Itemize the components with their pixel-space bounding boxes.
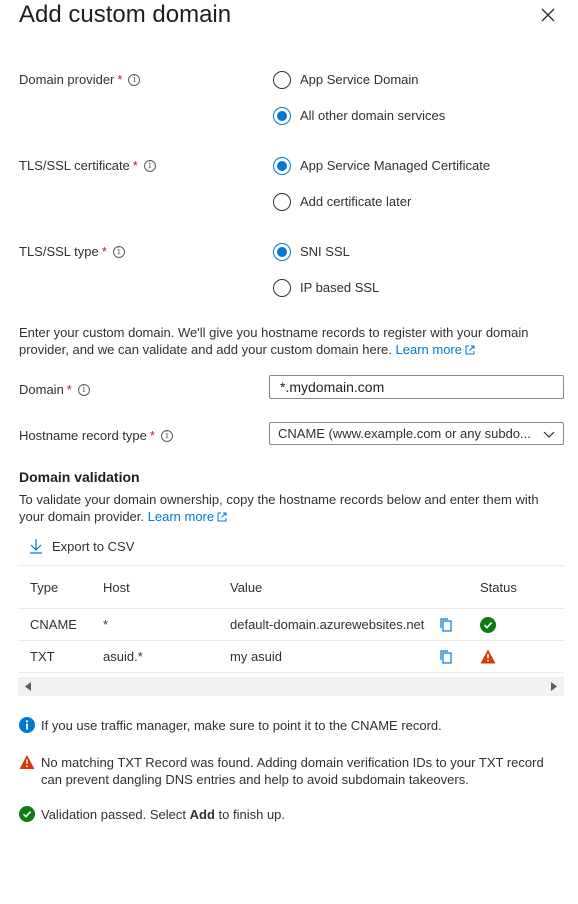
- cell-value: my asuid: [230, 649, 283, 664]
- info-icon[interactable]: i: [77, 384, 90, 396]
- tls-type-label-text: TLS/SSL type: [19, 244, 99, 259]
- success-icon: [19, 806, 35, 822]
- validation-text: To validate your domain ownership, copy …: [19, 492, 539, 524]
- required-marker: *: [101, 244, 107, 259]
- learn-more-link[interactable]: Learn more: [148, 509, 227, 524]
- info-message-text: If you use traffic manager, make sure to…: [41, 718, 442, 733]
- external-link-icon: [465, 345, 475, 355]
- radio-label: App Service Domain: [300, 72, 419, 87]
- info-circle-icon: [19, 717, 35, 733]
- info-message: If you use traffic manager, make sure to…: [19, 717, 564, 734]
- copy-icon[interactable]: [439, 609, 453, 640]
- warning-message: No matching TXT Record was found. Adding…: [19, 754, 567, 788]
- learn-more-link-text[interactable]: Learn more: [396, 342, 462, 357]
- success-icon: [480, 609, 496, 640]
- warning-icon: [480, 641, 496, 672]
- required-marker: *: [117, 72, 123, 87]
- records-table: Type Host Value Status CNAME * default-d…: [18, 565, 564, 673]
- learn-more-link[interactable]: Learn more: [396, 342, 475, 357]
- radio-app-service-domain[interactable]: App Service Domain: [273, 71, 419, 89]
- domain-label: Domain * i: [19, 381, 90, 399]
- warning-message-text: No matching TXT Record was found. Adding…: [41, 755, 544, 787]
- scroll-left-icon[interactable]: [25, 682, 31, 691]
- radio-managed-certificate[interactable]: App Service Managed Certificate: [273, 157, 490, 175]
- required-marker: *: [132, 158, 138, 173]
- hostname-record-type-label-text: Hostname record type: [19, 428, 147, 443]
- radio-circle[interactable]: [273, 193, 291, 211]
- cell-value: default-domain.azurewebsites.net: [230, 617, 425, 632]
- radio-all-other-domain-services[interactable]: All other domain services: [273, 107, 445, 125]
- info-icon[interactable]: i: [143, 160, 156, 172]
- hostname-record-type-label: Hostname record type * i: [19, 427, 173, 445]
- table-row: CNAME * default-domain.azurewebsites.net: [18, 609, 564, 641]
- table-header-row: Type Host Value Status: [18, 565, 564, 609]
- domain-input[interactable]: *.mydomain.com: [269, 375, 564, 399]
- domain-validation-heading: Domain validation: [19, 469, 140, 485]
- required-marker: *: [149, 428, 155, 443]
- horizontal-scrollbar[interactable]: [18, 677, 564, 696]
- chevron-down-icon: [543, 431, 555, 438]
- success-suffix: to finish up.: [214, 807, 286, 822]
- info-icon[interactable]: i: [160, 430, 173, 442]
- radio-label: Add certificate later: [300, 194, 412, 209]
- column-header-type[interactable]: Type: [30, 566, 58, 608]
- download-icon: [30, 539, 42, 554]
- column-header-value[interactable]: Value: [230, 566, 262, 608]
- cell-type: TXT: [30, 649, 55, 664]
- success-message: Validation passed. Select Add to finish …: [19, 806, 564, 823]
- success-bold: Add: [189, 807, 215, 822]
- tls-type-label: TLS/SSL type * i: [19, 243, 125, 261]
- radio-circle[interactable]: [273, 279, 291, 297]
- radio-circle-selected[interactable]: [273, 157, 291, 175]
- column-header-status[interactable]: Status: [480, 566, 517, 608]
- cell-type: CNAME: [30, 617, 77, 632]
- tls-certificate-label: TLS/SSL certificate * i: [19, 157, 156, 175]
- warning-icon: [19, 755, 35, 769]
- dropdown-value: CNAME (www.example.com or any subdo...: [278, 426, 531, 441]
- required-marker: *: [66, 382, 72, 397]
- external-link-icon: [217, 512, 227, 522]
- panel-title: Add custom domain: [19, 1, 232, 28]
- success-message-text: Validation passed. Select Add to finish …: [41, 806, 285, 823]
- radio-circle-selected[interactable]: [273, 107, 291, 125]
- table-row: TXT asuid.* my asuid: [18, 641, 564, 673]
- intro-paragraph: Enter your custom domain. We'll give you…: [19, 324, 564, 358]
- tls-certificate-label-text: TLS/SSL certificate: [19, 158, 130, 173]
- export-to-csv-button[interactable]: Export to CSV: [29, 538, 134, 554]
- column-header-host[interactable]: Host: [103, 566, 130, 608]
- validation-paragraph: To validate your domain ownership, copy …: [19, 491, 564, 525]
- close-icon[interactable]: [538, 5, 558, 25]
- radio-label: App Service Managed Certificate: [300, 158, 491, 173]
- radio-circle[interactable]: [273, 71, 291, 89]
- radio-label: IP based SSL: [300, 280, 380, 295]
- info-icon[interactable]: i: [112, 246, 125, 258]
- domain-provider-label-text: Domain provider: [19, 72, 115, 87]
- domain-label-text: Domain: [19, 382, 64, 397]
- hostname-record-type-dropdown[interactable]: CNAME (www.example.com or any subdo...: [269, 422, 564, 445]
- radio-ip-based-ssl[interactable]: IP based SSL: [273, 279, 379, 297]
- export-label: Export to CSV: [52, 538, 135, 554]
- radio-circle-selected[interactable]: [273, 243, 291, 261]
- success-prefix: Validation passed. Select: [41, 807, 190, 822]
- radio-label: All other domain services: [300, 108, 446, 123]
- radio-sni-ssl[interactable]: SNI SSL: [273, 243, 350, 261]
- radio-label: SNI SSL: [300, 244, 350, 259]
- cell-host: asuid.*: [103, 649, 143, 664]
- copy-icon[interactable]: [439, 641, 453, 672]
- info-icon[interactable]: i: [128, 74, 141, 86]
- scroll-right-icon[interactable]: [551, 682, 557, 691]
- learn-more-link-text[interactable]: Learn more: [148, 509, 214, 524]
- radio-add-certificate-later[interactable]: Add certificate later: [273, 193, 411, 211]
- cell-host: *: [103, 617, 109, 632]
- domain-provider-label: Domain provider * i: [19, 71, 141, 89]
